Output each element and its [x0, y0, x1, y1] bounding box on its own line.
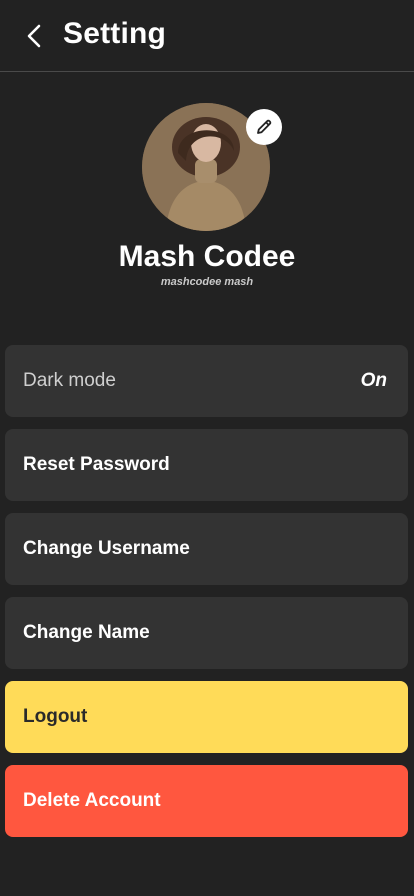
profile-avatar-section: [142, 103, 282, 233]
change-username-label: Change Username: [23, 538, 190, 559]
profile-handle: mashcodee mash: [160, 276, 254, 288]
delete-account-button[interactable]: Delete Account: [5, 765, 408, 837]
dark-mode-toggle[interactable]: Dark mode On: [5, 345, 408, 417]
back-button[interactable]: [18, 20, 50, 52]
pencil-icon: [257, 119, 272, 134]
change-name-label: Change Name: [23, 622, 150, 643]
app-header: Setting: [0, 0, 414, 72]
chevron-left-icon: [27, 24, 41, 48]
page-title: Setting: [63, 17, 167, 50]
edit-avatar-button[interactable]: [246, 109, 282, 145]
dark-mode-label: Dark mode: [23, 370, 116, 391]
change-name-button[interactable]: Change Name: [5, 597, 408, 669]
logout-button[interactable]: Logout: [5, 681, 408, 753]
dark-mode-value: On: [360, 370, 387, 391]
reset-password-label: Reset Password: [23, 454, 170, 475]
reset-password-button[interactable]: Reset Password: [5, 429, 408, 501]
profile-name: Mash Codee: [118, 240, 296, 273]
change-username-button[interactable]: Change Username: [5, 513, 408, 585]
delete-account-label: Delete Account: [23, 790, 161, 811]
logout-label: Logout: [23, 706, 88, 727]
